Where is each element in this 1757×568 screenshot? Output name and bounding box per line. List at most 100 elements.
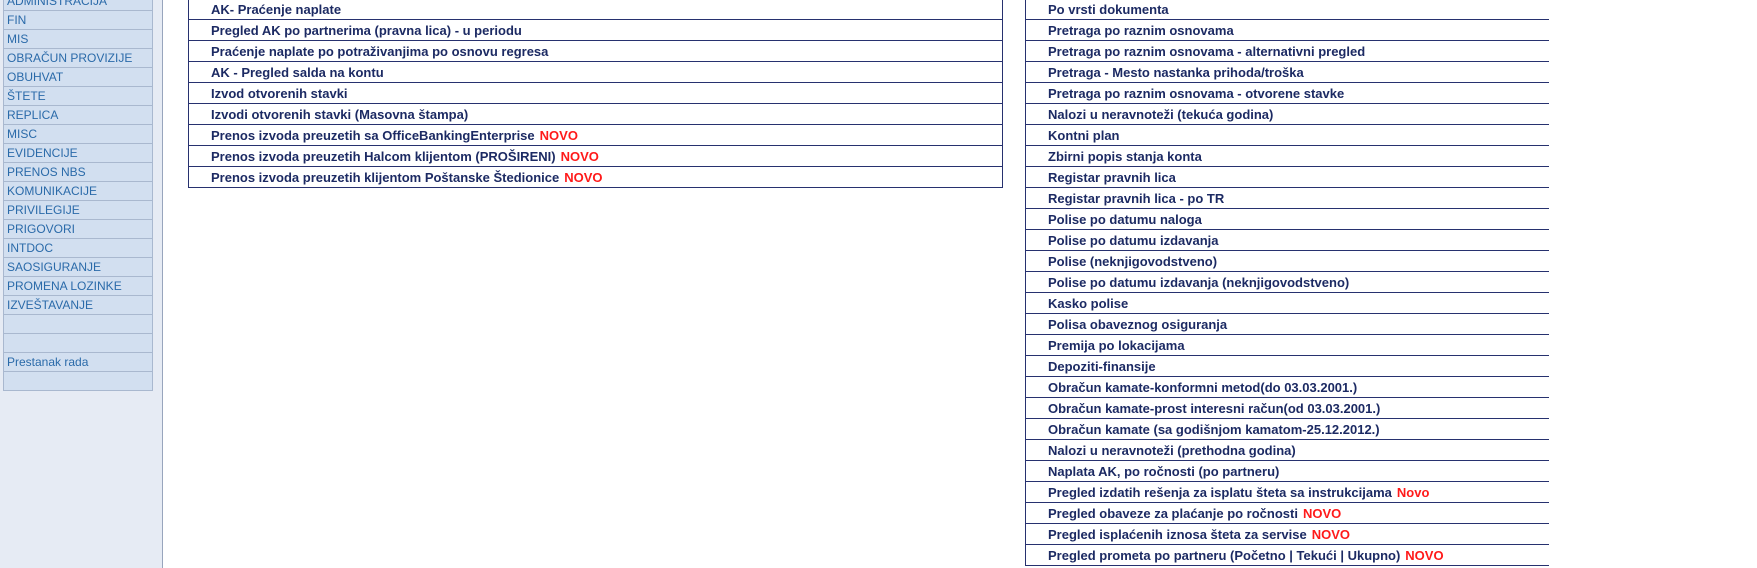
report-link[interactable]: Pretraga po raznim osnovama - otvorene s… xyxy=(1048,86,1344,101)
report-link[interactable]: Prenos izvoda preuzetih sa OfficeBanking… xyxy=(211,128,535,143)
nav-item-saosiguranje[interactable]: SAOSIGURANJE xyxy=(4,258,152,277)
new-badge: NOVO xyxy=(564,169,603,185)
nav-item-intdoc[interactable]: INTDOC xyxy=(4,239,152,258)
report-row: AK - Pregled salda na kontu xyxy=(188,61,1003,83)
report-row: Pregled izdatih rešenja za isplatu šteta… xyxy=(1025,481,1549,503)
report-row: Pretraga po raznim osnovama - alternativ… xyxy=(1025,40,1549,62)
report-link[interactable]: Nalozi u neravnoteži (tekuća godina) xyxy=(1048,107,1273,122)
report-link[interactable]: Polise po datumu izdavanja (neknjigovods… xyxy=(1048,275,1349,290)
report-cell: Pretraga po raznim osnovama - otvorene s… xyxy=(1025,82,1549,104)
nav-item-mis[interactable]: MIS xyxy=(4,30,152,49)
report-link[interactable]: Obračun kamate (sa godišnjom kamatom-25.… xyxy=(1048,422,1380,437)
nav-item-administracija[interactable]: ADMINISTRACIJA xyxy=(4,0,152,11)
report-cell: Polise (neknjigovodstveno) xyxy=(1025,250,1549,272)
report-link[interactable]: Pregled izdatih rešenja za isplatu šteta… xyxy=(1048,485,1392,500)
report-link[interactable]: Obračun kamate-prost interesni račun(od … xyxy=(1048,401,1380,416)
report-row: Po vrsti dokumenta xyxy=(1025,0,1549,20)
report-link[interactable]: Polise po datumu naloga xyxy=(1048,212,1202,227)
report-row: Polise po datumu izdavanja (neknjigovods… xyxy=(1025,271,1549,293)
report-row: Nalozi u neravnoteži (tekuća godina) xyxy=(1025,103,1549,125)
nav-item-empty xyxy=(4,334,152,353)
report-cell: Pregled isplaćenih iznosa šteta za servi… xyxy=(1025,523,1549,545)
report-row: Premija po lokacijama xyxy=(1025,334,1549,356)
report-link[interactable]: Kontni plan xyxy=(1048,128,1120,143)
report-link[interactable]: Pregled obaveze za plaćanje po ročnosti xyxy=(1048,506,1298,521)
report-row: Izvodi otvorenih stavki (Masovna štampa) xyxy=(188,103,1003,125)
nav-item-fin[interactable]: FIN xyxy=(4,11,152,30)
report-cell: Pretraga - Mesto nastanka prihoda/troška xyxy=(1025,61,1549,83)
report-link[interactable]: Pretraga po raznim osnovama - alternativ… xyxy=(1048,44,1365,59)
report-cell: Pregled izdatih rešenja za isplatu šteta… xyxy=(1025,481,1549,503)
report-link[interactable]: Pregled prometa po partneru (Početno | T… xyxy=(1048,548,1400,563)
report-cell: Polise po datumu naloga xyxy=(1025,208,1549,230)
report-link[interactable]: Registar pravnih lica xyxy=(1048,170,1176,185)
report-cell: Naplata AK, po ročnosti (po partneru) xyxy=(1025,460,1549,482)
nav-item-privilegije[interactable]: PRIVILEGIJE xyxy=(4,201,152,220)
report-cell: Prenos izvoda preuzetih klijentom Poštan… xyxy=(188,166,1003,188)
report-cell: Praćenje naplate po potraživanjima po os… xyxy=(188,40,1003,62)
nav-item-promena-lozinke[interactable]: PROMENA LOZINKE xyxy=(4,277,152,296)
nav-item-obuhvat[interactable]: OBUHVAT xyxy=(4,68,152,87)
left-report-list: AK- Praćenje naplate Pregled AK po partne… xyxy=(188,0,1003,188)
report-link[interactable]: Polisa obaveznog osiguranja xyxy=(1048,317,1227,332)
report-link[interactable]: Pregled AK po partnerima (pravna lica) -… xyxy=(211,23,522,38)
navigation-pane: ADMINISTRACIJA FIN MIS OBRAČUN PROVIZIJE OBU… xyxy=(0,0,163,568)
report-cell: Prenos izvoda preuzetih sa OfficeBanking… xyxy=(188,124,1003,146)
report-link[interactable]: Prenos izvoda preuzetih Halcom klijentom… xyxy=(211,149,556,164)
new-badge: Novo xyxy=(1396,484,1430,500)
report-link[interactable]: Naplata AK, po ročnosti (po partneru) xyxy=(1048,464,1279,479)
report-row: Depoziti-finansije xyxy=(1025,355,1549,377)
nav-item-obracun-provizije[interactable]: OBRAČUN PROVIZIJE xyxy=(4,49,152,68)
report-row: Zbirni popis stanja konta xyxy=(1025,145,1549,167)
report-cell: Pretraga po raznim osnovama xyxy=(1025,19,1549,41)
report-link[interactable]: Polise (neknjigovodstveno) xyxy=(1048,254,1217,269)
report-link[interactable]: Obračun kamate-konformni metod(do 03.03.… xyxy=(1048,380,1357,395)
report-link[interactable]: Premija po lokacijama xyxy=(1048,338,1185,353)
report-link[interactable]: Pretraga - Mesto nastanka prihoda/troška xyxy=(1048,65,1304,80)
nav-item-prenos-nbs[interactable]: PRENOS NBS xyxy=(4,163,152,182)
report-row: Prenos izvoda preuzetih klijentom Poštan… xyxy=(188,166,1003,188)
report-link[interactable]: Po vrsti dokumenta xyxy=(1048,2,1169,17)
report-cell: Nalozi u neravnoteži (prethodna godina) xyxy=(1025,439,1549,461)
report-row: Polise (neknjigovodstveno) xyxy=(1025,250,1549,272)
nav-item-izvestavanje[interactable]: IZVEŠTAVANJE xyxy=(4,296,152,315)
report-link[interactable]: Zbirni popis stanja konta xyxy=(1048,149,1202,164)
report-cell: Po vrsti dokumenta xyxy=(1025,0,1549,20)
nav-item-prestanak-rada[interactable]: Prestanak rada xyxy=(4,353,152,372)
report-link[interactable]: Kasko polise xyxy=(1048,296,1128,311)
nav-item-komunikacije[interactable]: KOMUNIKACIJE xyxy=(4,182,152,201)
report-cell: Zbirni popis stanja konta xyxy=(1025,145,1549,167)
report-link[interactable]: AK- Praćenje naplate xyxy=(211,2,341,17)
report-row: Izvod otvorenih stavki xyxy=(188,82,1003,104)
report-row: Kasko polise xyxy=(1025,292,1549,314)
report-link[interactable]: AK - Pregled salda na kontu xyxy=(211,65,384,80)
report-row: Obračun kamate-prost interesni račun(od … xyxy=(1025,397,1549,419)
report-link[interactable]: Registar pravnih lica - po TR xyxy=(1048,191,1224,206)
report-link[interactable]: Depoziti-finansije xyxy=(1048,359,1156,374)
report-link[interactable]: Prenos izvoda preuzetih klijentom Poštan… xyxy=(211,170,559,185)
right-report-list: Po vrsti dokumenta Pretraga po raznim osn… xyxy=(1025,0,1549,566)
nav-item-evidencije[interactable]: EVIDENCIJE xyxy=(4,144,152,163)
new-badge: NOVO xyxy=(539,127,578,143)
report-row: Kontni plan xyxy=(1025,124,1549,146)
report-link[interactable]: Izvodi otvorenih stavki (Masovna štampa) xyxy=(211,107,468,122)
nav-item-misc[interactable]: MISC xyxy=(4,125,152,144)
nav-item-stete[interactable]: ŠTETE xyxy=(4,87,152,106)
report-cell: Izvodi otvorenih stavki (Masovna štampa) xyxy=(188,103,1003,125)
report-row: AK- Praćenje naplate xyxy=(188,0,1003,20)
report-cell: Pregled obaveze za plaćanje po ročnosti N… xyxy=(1025,502,1549,524)
nav-item-prigovori[interactable]: PRIGOVORI xyxy=(4,220,152,239)
report-link[interactable]: Praćenje naplate po potraživanjima po os… xyxy=(211,44,548,59)
report-link[interactable]: Nalozi u neravnoteži (prethodna godina) xyxy=(1048,443,1296,458)
report-cell: Obračun kamate-prost interesni račun(od … xyxy=(1025,397,1549,419)
report-cell: Prenos izvoda preuzetih Halcom klijentom… xyxy=(188,145,1003,167)
report-row: Nalozi u neravnoteži (prethodna godina) xyxy=(1025,439,1549,461)
report-link[interactable]: Pregled isplaćenih iznosa šteta za servi… xyxy=(1048,527,1307,542)
report-link[interactable]: Pretraga po raznim osnovama xyxy=(1048,23,1234,38)
report-link[interactable]: Polise po datumu izdavanja xyxy=(1048,233,1218,248)
nav-item-replica[interactable]: REPLICA xyxy=(4,106,152,125)
report-row: Prenos izvoda preuzetih Halcom klijentom… xyxy=(188,145,1003,167)
report-cell: AK- Praćenje naplate xyxy=(188,0,1003,20)
nav-item-empty xyxy=(4,315,152,334)
report-link[interactable]: Izvod otvorenih stavki xyxy=(211,86,348,101)
